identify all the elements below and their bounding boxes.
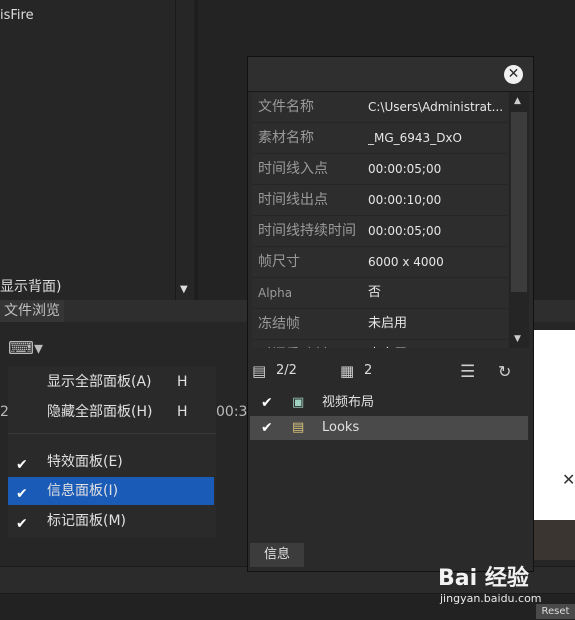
menu-item-hide-all[interactable]: 隐藏全部面板(H) H: [8, 398, 214, 426]
menu-item-label: 标记面板(M): [47, 513, 127, 529]
menu-separator: [8, 433, 216, 434]
scroll-down-arrow-icon[interactable]: ▼: [514, 334, 521, 344]
list-view-icon[interactable]: ☰: [460, 362, 475, 382]
reset-button[interactable]: Reset: [536, 604, 575, 619]
scroll-up-arrow-icon[interactable]: ▲: [514, 96, 521, 106]
property-value: 6000 x 4000: [368, 255, 444, 269]
property-row: 时间重映射 未启用: [252, 340, 508, 348]
property-value: C:\Users\Administrat...: [368, 100, 504, 114]
panel-menu: 显示全部面板(A) H 隐藏全部面板(H) H ✔ 特效面板(E) ✔ 信息面板…: [8, 366, 216, 538]
menu-item-label: 信息面板(I): [47, 483, 119, 499]
refresh-icon[interactable]: ↻: [498, 362, 511, 381]
property-key: 时间重映射: [258, 340, 328, 348]
property-key: 时间线持续时间: [258, 223, 356, 239]
menu-item-label: 显示全部面板(A): [47, 374, 152, 390]
property-row: 素材名称 _MG_6943_DxO: [252, 123, 508, 154]
properties-scrollbar[interactable]: ▲ ▼: [509, 92, 529, 348]
property-value: 未启用: [368, 316, 408, 331]
show-back-option[interactable]: 显示背面): [0, 276, 61, 296]
property-value: 00:00:05;00: [368, 224, 442, 238]
property-row: 文件名称 C:\Users\Administrat...: [252, 92, 508, 123]
video-layout-icon: ▣: [292, 395, 305, 410]
scroll-down-arrow-icon[interactable]: ▼: [180, 284, 188, 295]
project-panel: isFire 显示背面): [0, 0, 175, 300]
check-icon[interactable]: ✔: [261, 416, 273, 440]
project-item-name: isFire: [0, 8, 34, 23]
check-icon: ✔: [16, 457, 28, 473]
layer-stack-icon: ▦: [340, 362, 355, 380]
menu-item-markers-panel[interactable]: ✔ 标记面板(M): [8, 507, 214, 535]
property-row: Alpha 否: [252, 278, 508, 309]
property-row: 时间线持续时间 00:00:05;00: [252, 216, 508, 247]
tab-info[interactable]: 信息: [250, 543, 304, 567]
property-value: 00:00:05;00: [368, 162, 442, 176]
clip-icon: ▤: [252, 362, 267, 380]
clip-count: 2/2: [276, 363, 297, 378]
close-icon[interactable]: ✕: [504, 65, 523, 84]
property-value: _MG_6943_DxO: [368, 131, 462, 145]
menu-item-shortcut: H: [177, 374, 188, 390]
panel-menu-icon[interactable]: ⌨▾: [8, 338, 43, 360]
check-icon[interactable]: ✔: [261, 391, 273, 415]
info-panel-header[interactable]: ✕: [248, 57, 533, 92]
menu-item-show-all[interactable]: 显示全部面板(A) H: [8, 368, 214, 396]
watermark-logo: Bai 经验: [438, 566, 529, 591]
property-key: 素材名称: [258, 130, 314, 146]
menu-item-info-panel[interactable]: ✔ 信息面板(I): [8, 477, 214, 505]
check-icon: ✔: [16, 516, 28, 532]
property-row: 冻结帧 未启用: [252, 309, 508, 340]
filmstrip-icon: ▤: [292, 420, 305, 435]
layer-name: Looks: [322, 420, 360, 435]
check-icon: ✔: [16, 486, 28, 502]
layer-name: 视频布局: [322, 395, 375, 410]
property-key: 时间线入点: [258, 161, 328, 177]
menu-item-label: 特效面板(E): [47, 454, 123, 470]
menu-item-label: 隐藏全部面板(H): [47, 404, 153, 420]
property-key: Alpha: [258, 286, 293, 300]
layer-count: 2: [364, 363, 373, 378]
scroll-thumb[interactable]: [511, 112, 527, 292]
property-row: 帧尺寸 6000 x 4000: [252, 247, 508, 278]
list-item[interactable]: ✔ ▤ Looks: [250, 416, 528, 440]
preview-image: [530, 330, 575, 520]
project-scrollbar[interactable]: [175, 0, 194, 300]
preview-image-lower: [530, 520, 575, 560]
property-value: 否: [368, 285, 382, 300]
property-key: 文件名称: [258, 99, 314, 115]
close-icon[interactable]: ✕: [562, 470, 575, 489]
info-toolbar: ▤ 2/2 ▦ 2 ☰ ↻: [248, 355, 533, 387]
property-key: 帧尺寸: [258, 254, 300, 270]
property-key: 时间线出点: [258, 192, 328, 208]
list-item[interactable]: ✔ ▣ 视频布局: [250, 391, 528, 415]
property-value: 未启用: [368, 340, 506, 348]
property-value: 00:00:10;00: [368, 193, 442, 207]
watermark-url: jingyan.baidu.com: [440, 592, 542, 605]
property-row: 时间线入点 00:00:05;00: [252, 154, 508, 185]
property-key: 冻结帧: [258, 316, 300, 332]
property-row: 时间线出点 00:00:10;00: [252, 185, 508, 216]
menu-item-shortcut: H: [177, 404, 188, 420]
info-panel: ✕ 文件名称 C:\Users\Administrat... 素材名称 _MG_69…: [247, 56, 534, 572]
menu-item-effects-panel[interactable]: ✔ 特效面板(E): [8, 448, 214, 476]
properties-list: 文件名称 C:\Users\Administrat... 素材名称 _MG_6943…: [252, 92, 508, 348]
tab-file-browser[interactable]: 文件浏览: [0, 300, 64, 322]
